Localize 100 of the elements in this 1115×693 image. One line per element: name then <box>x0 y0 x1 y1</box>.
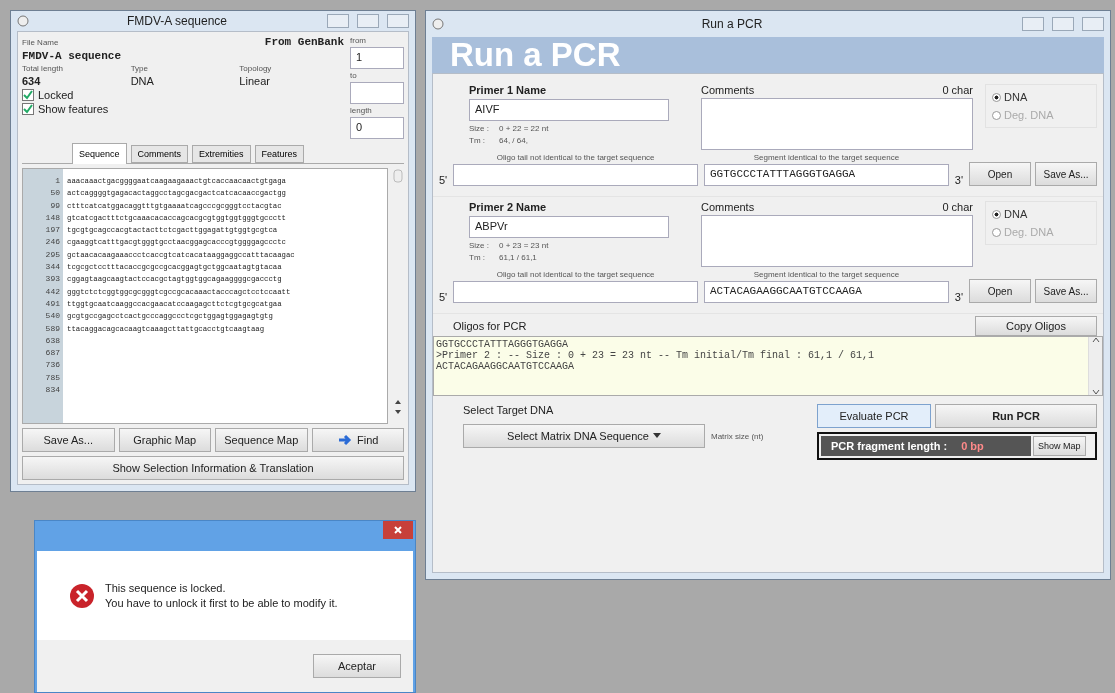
maximize-button[interactable] <box>357 14 379 28</box>
oligo-line: GGTGCCCTATTTAGGGTGAGGA <box>436 339 570 350</box>
close-button[interactable] <box>383 521 413 539</box>
comments-field[interactable] <box>701 98 973 150</box>
line-number: 442 <box>45 285 60 298</box>
oligos-label: Oligos for PCR <box>453 320 527 332</box>
radio-label: DNA <box>1004 208 1028 220</box>
type-value: DNA <box>130 75 155 87</box>
matrix-size-label: Matrix size (nt) <box>711 431 764 441</box>
from-field[interactable]: 1 <box>350 47 404 69</box>
checkbox-label: Show features <box>38 103 109 115</box>
banner-title: Run a PCR <box>450 36 621 74</box>
file-button[interactable]: Save As... <box>1035 279 1097 303</box>
segment-field[interactable]: ACTACAGAAGGCAATGTCCAAGA <box>704 281 949 303</box>
size-label: Size : <box>469 241 489 250</box>
run-pcr-button[interactable]: Run PCR <box>935 404 1097 428</box>
tm-label: Tm : <box>469 136 486 145</box>
to-field[interactable] <box>350 82 404 104</box>
radio-button[interactable] <box>992 209 1001 219</box>
three-prime-label: 3' <box>954 291 963 303</box>
select-matrix-dropdown[interactable]: Select Matrix DNA Sequence <box>463 424 705 448</box>
line-number: 638 <box>45 334 60 347</box>
line-number: 540 <box>45 310 60 323</box>
window-title: FMDV-A sequence <box>125 14 229 28</box>
minimize-button[interactable] <box>327 14 349 28</box>
field-label: Type <box>130 64 149 73</box>
file-button[interactable]: Open <box>969 279 1031 303</box>
length-field[interactable]: 0 <box>350 117 404 139</box>
alert-message: This sequence is locked. <box>105 582 227 594</box>
close-button[interactable] <box>387 14 409 28</box>
line-number: 491 <box>45 297 60 310</box>
three-prime-label: 3' <box>954 174 963 186</box>
line-number: 834 <box>45 384 60 397</box>
copy-oligos-button[interactable]: Copy Oligos <box>975 316 1097 336</box>
total-length: 634 <box>22 75 42 87</box>
accept-button[interactable]: Aceptar <box>313 654 401 678</box>
oligo-line: >Primer 2 : -- Size : 0 + 23 = 23 nt -- Tm initial/Tm final : 61,1 / 61,1 <box>436 350 876 361</box>
app-icon <box>17 15 29 27</box>
primer-name-field[interactable]: AIVF <box>469 99 669 121</box>
radio-button[interactable] <box>992 92 1001 102</box>
close-icon <box>394 526 402 534</box>
line-number: 785 <box>45 371 60 384</box>
close-button[interactable] <box>1082 17 1104 31</box>
five-prime-label: 5' <box>439 174 448 186</box>
checkbox[interactable] <box>22 103 34 115</box>
line-number: 344 <box>45 261 60 274</box>
primer-name-label: Primer 1 Name <box>469 84 548 96</box>
radio-button[interactable] <box>992 110 1001 120</box>
size-value: 0 + 22 = 22 nt <box>499 124 549 133</box>
toolbar-button[interactable]: Save As... <box>22 428 115 452</box>
show-map-button[interactable]: Show Map <box>1033 436 1086 456</box>
primer-name-field[interactable]: ABPVr <box>469 216 669 238</box>
maximize-button[interactable] <box>1052 17 1074 31</box>
tab[interactable]: Sequence <box>72 143 127 164</box>
app-icon <box>432 18 444 30</box>
tail-field[interactable] <box>453 164 698 186</box>
comments-field[interactable] <box>701 215 973 267</box>
source-label: From GenBank <box>264 36 344 48</box>
line-number: 295 <box>45 248 60 261</box>
find-button[interactable]: Find <box>311 428 404 452</box>
line-number: 736 <box>45 359 60 372</box>
field-label: Total length <box>22 64 64 73</box>
segment-field[interactable]: GGTGCCCTATTTAGGGTGAGGA <box>704 164 949 186</box>
field-label: File Name <box>22 37 59 47</box>
file-button[interactable]: Open <box>969 162 1031 186</box>
field-label: to <box>350 71 358 80</box>
scroll-down-icon[interactable] <box>1091 389 1100 395</box>
tail-label: Oligo tail not identical to the target sequence <box>495 270 656 279</box>
radio-button[interactable] <box>992 227 1001 237</box>
tab[interactable]: Comments <box>130 145 189 163</box>
toolbar-button[interactable]: Sequence Map <box>215 428 308 452</box>
tab[interactable]: Extremities <box>192 145 251 163</box>
oligos-text-area[interactable]: GGTGCCCTATTTAGGGTGAGGA >Primer 2 : -- Size : 0 + 23 = 23 nt -- Tm initial/Tm final : 61,1 / 61,1 ACTACAGAAGGCAATGTCCAAGA <box>433 336 1103 396</box>
caret-icon <box>652 433 661 439</box>
line-number: 589 <box>45 322 60 335</box>
scroll-up-icon[interactable] <box>1091 337 1100 343</box>
tab[interactable]: Features <box>254 145 305 163</box>
segment-label: Segment identical to the target sequence <box>752 270 901 279</box>
evaluate-pcr-button[interactable]: Evaluate PCR <box>817 404 931 428</box>
show-selection-button[interactable]: Show Selection Information & Translation <box>22 456 404 480</box>
fragment-value: 0 bp <box>961 440 984 452</box>
line-number: 99 <box>50 199 60 212</box>
checkbox[interactable] <box>22 89 34 101</box>
minimize-button[interactable] <box>1022 17 1044 31</box>
size-value: 0 + 23 = 23 nt <box>499 241 549 250</box>
line-number: 197 <box>45 224 60 237</box>
field-label: from <box>350 36 367 45</box>
tail-field[interactable] <box>453 281 698 303</box>
radio-label: Deg. DNA <box>1004 226 1054 238</box>
char-count: 0 char <box>942 84 973 96</box>
field-label: length <box>350 106 373 115</box>
file-button[interactable]: Save As... <box>1035 162 1097 186</box>
toolbar-button[interactable]: Graphic Map <box>118 428 211 452</box>
oligo-line: ACTACAGAAGGCAATGTCCAAGA <box>436 361 576 372</box>
char-count: 0 char <box>942 201 973 213</box>
arrow-icon <box>337 433 354 447</box>
five-prime-label: 5' <box>439 291 448 303</box>
field-label: Topology <box>239 64 273 73</box>
fragment-label: PCR fragment length : <box>831 440 948 452</box>
line-number: 393 <box>45 273 60 286</box>
